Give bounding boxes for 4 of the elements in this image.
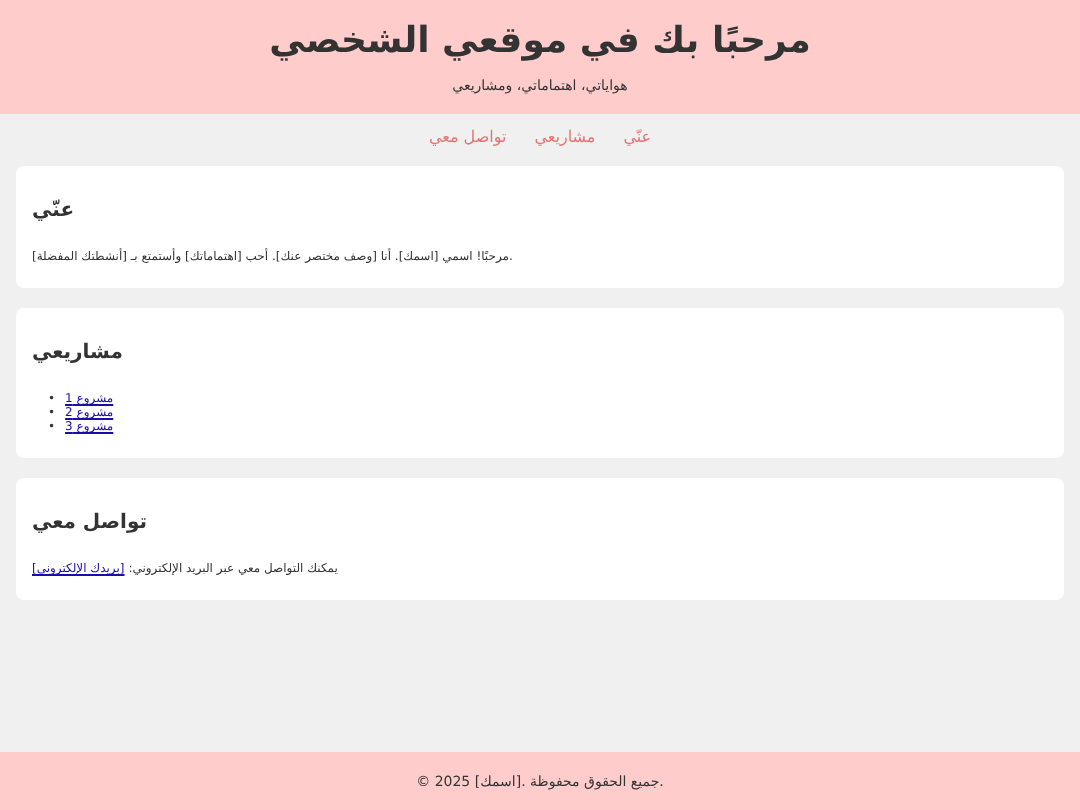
- section-heading: عنّي: [32, 200, 75, 222]
- section-heading: تواصل معي: [32, 512, 147, 534]
- page-title: مرحبًا بك في موقعي الشخصي: [269, 20, 811, 62]
- section-heading: مشاريعي: [32, 342, 123, 364]
